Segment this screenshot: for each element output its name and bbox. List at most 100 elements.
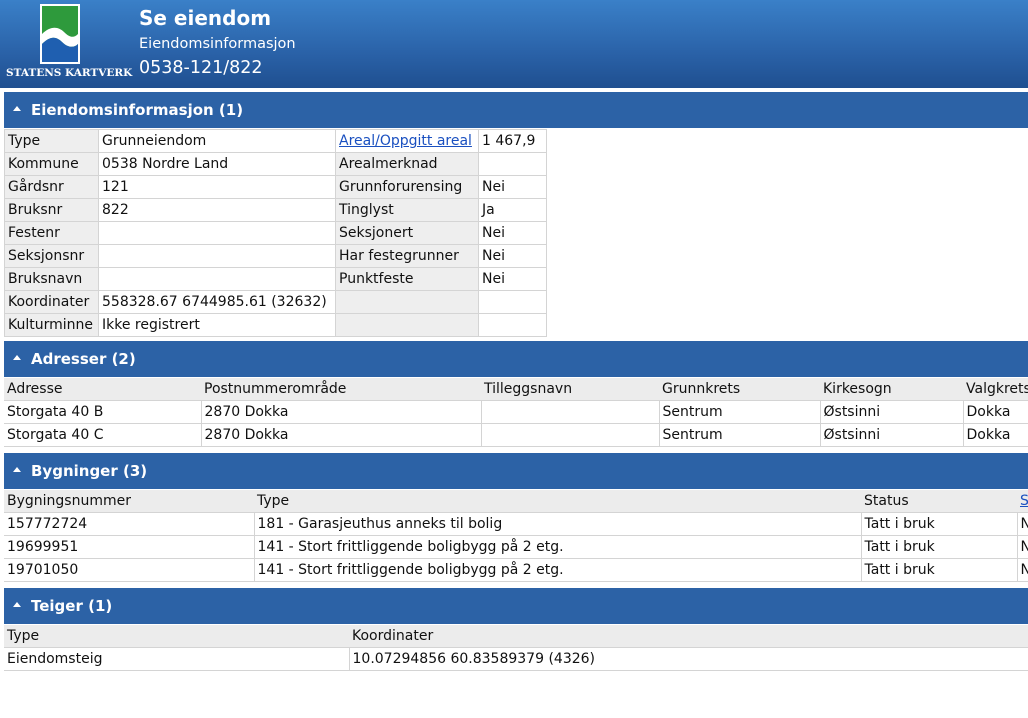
table-cell: Tatt i bruk xyxy=(860,512,1018,536)
info-label: Seksjonsnr xyxy=(4,244,99,268)
info-label: Areal/Oppgitt areal xyxy=(335,129,479,153)
table-cell: N xyxy=(1016,512,1028,536)
table-row: 19701050 141 - Stort frittliggende bolig… xyxy=(4,558,1028,582)
column-header: Type xyxy=(254,490,861,513)
info-label: Bruksnavn xyxy=(4,267,99,291)
info-label: Koordinater xyxy=(4,290,99,314)
areal-link[interactable]: Areal/Oppgitt areal xyxy=(339,133,472,149)
table-cell: 181 - Garasjeuthus anneks til bolig xyxy=(253,512,862,536)
section-title: Eiendomsinformasjon (1) xyxy=(31,101,244,119)
info-value xyxy=(98,221,336,245)
column-header: S xyxy=(1017,490,1028,513)
logo-text: STATENS KARTVERK xyxy=(6,67,133,79)
property-id: 0538-121/822 xyxy=(139,58,263,78)
table-row: Storgata 40 C 2870 Dokka Sentrum Østsinn… xyxy=(4,423,1028,447)
table-cell: 19701050 xyxy=(4,558,255,582)
table-cell: Sentrum xyxy=(658,400,821,424)
table-cell: 141 - Stort frittliggende boligbygg på 2… xyxy=(253,535,862,559)
teiger-table: Type Koordinater Eiendomsteig 10.0729485… xyxy=(4,625,1028,671)
column-header: Grunnkrets xyxy=(659,378,820,401)
section-title: Adresser (2) xyxy=(31,350,136,368)
table-cell: Tatt i bruk xyxy=(860,558,1018,582)
bygninger-table: Bygningsnummer Type Status S 157772724 1… xyxy=(4,490,1028,582)
table-cell: Dokka xyxy=(962,400,1028,424)
table-header-row: Adresse Postnummerområde Tilleggsnavn Gr… xyxy=(4,378,1028,401)
table-cell: 2870 Dokka xyxy=(200,423,482,447)
info-label: Type xyxy=(4,129,99,153)
table-cell: Sentrum xyxy=(658,423,821,447)
info-label: Kulturminne xyxy=(4,313,99,337)
info-row: Seksjonsnr Har festegrunner Nei xyxy=(4,244,547,268)
section-title: Teiger (1) xyxy=(31,597,113,615)
property-info-table: Type Grunneiendom Areal/Oppgitt areal 1 … xyxy=(4,129,547,337)
column-header: Adresse xyxy=(4,378,201,401)
info-row: Gårdsnr 121 Grunnforurensing Nei xyxy=(4,175,547,199)
info-row: Koordinater 558328.67 6744985.61 (32632) xyxy=(4,290,547,314)
info-label: Bruksnr xyxy=(4,198,99,222)
info-row: Kommune 0538 Nordre Land Arealmerknad xyxy=(4,152,547,176)
table-row: Eiendomsteig 10.07294856 60.83589379 (43… xyxy=(4,647,1028,671)
collapse-arrow-icon[interactable] xyxy=(13,467,21,472)
info-value: Nei xyxy=(478,221,547,245)
info-value: Nei xyxy=(478,244,547,268)
table-cell: 10.07294856 60.83589379 (4326) xyxy=(348,647,1028,671)
table-cell xyxy=(480,423,660,447)
info-value: 1 467,9 xyxy=(478,129,547,153)
info-empty-cell xyxy=(335,313,479,337)
collapse-arrow-icon[interactable] xyxy=(13,106,21,111)
section-header-adresser[interactable]: Adresser (2) xyxy=(4,341,1028,377)
table-cell: Tatt i bruk xyxy=(860,535,1018,559)
header-divider xyxy=(0,88,1028,91)
table-row: 19699951 141 - Stort frittliggende bolig… xyxy=(4,535,1028,559)
table-row: 157772724 181 - Garasjeuthus anneks til … xyxy=(4,512,1028,536)
collapse-arrow-icon[interactable] xyxy=(13,602,21,607)
table-cell xyxy=(480,400,660,424)
info-value: Ikke registrert xyxy=(98,313,336,337)
info-row: Festenr Seksjonert Nei xyxy=(4,221,547,245)
info-value: 0538 Nordre Land xyxy=(98,152,336,176)
info-empty-cell xyxy=(335,290,479,314)
info-label: Arealmerknad xyxy=(335,152,479,176)
table-cell: 2870 Dokka xyxy=(200,400,482,424)
table-cell: 157772724 xyxy=(4,512,255,536)
info-value: Nei xyxy=(478,267,547,291)
collapse-arrow-icon[interactable] xyxy=(13,355,21,360)
column-header: Type xyxy=(4,625,349,648)
table-cell: N xyxy=(1016,535,1028,559)
column-header: Postnummerområde xyxy=(201,378,481,401)
info-value xyxy=(98,267,336,291)
adresser-table: Adresse Postnummerområde Tilleggsnavn Gr… xyxy=(4,378,1028,447)
kartverket-logo-icon xyxy=(40,4,80,64)
column-sort-link[interactable]: S xyxy=(1020,493,1028,509)
table-cell: Østsinni xyxy=(819,400,964,424)
info-value: Grunneiendom xyxy=(98,129,336,153)
column-header: Status xyxy=(861,490,1017,513)
info-label: Tinglyst xyxy=(335,198,479,222)
info-row: Kulturminne Ikke registrert xyxy=(4,313,547,337)
info-value xyxy=(98,244,336,268)
info-value: Nei xyxy=(478,175,547,199)
table-cell: N xyxy=(1016,558,1028,582)
column-header: Bygningsnummer xyxy=(4,490,254,513)
section-header-eiendomsinformasjon[interactable]: Eiendomsinformasjon (1) xyxy=(4,92,1028,128)
info-label: Grunnforurensing xyxy=(335,175,479,199)
section-header-teiger[interactable]: Teiger (1) xyxy=(4,588,1028,624)
info-empty-cell xyxy=(478,313,547,337)
table-cell: Eiendomsteig xyxy=(4,647,350,671)
section-header-bygninger[interactable]: Bygninger (3) xyxy=(4,453,1028,489)
column-header: Tilleggsnavn xyxy=(481,378,659,401)
table-cell: Dokka xyxy=(962,423,1028,447)
info-label: Gårdsnr xyxy=(4,175,99,199)
info-value: Ja xyxy=(478,198,547,222)
info-empty-cell xyxy=(478,290,547,314)
table-header-row: Type Koordinater xyxy=(4,625,1028,648)
table-cell: 141 - Stort frittliggende boligbygg på 2… xyxy=(253,558,862,582)
page-header: STATENS KARTVERK Se eiendom Eiendomsinfo… xyxy=(0,0,1028,88)
section-title: Bygninger (3) xyxy=(31,462,148,480)
info-value: 558328.67 6744985.61 (32632) xyxy=(98,290,336,314)
column-header: Koordinater xyxy=(349,625,1028,648)
info-value: 121 xyxy=(98,175,336,199)
table-cell: Storgata 40 B xyxy=(4,400,202,424)
column-header: Kirkesogn xyxy=(820,378,963,401)
info-label: Punktfeste xyxy=(335,267,479,291)
